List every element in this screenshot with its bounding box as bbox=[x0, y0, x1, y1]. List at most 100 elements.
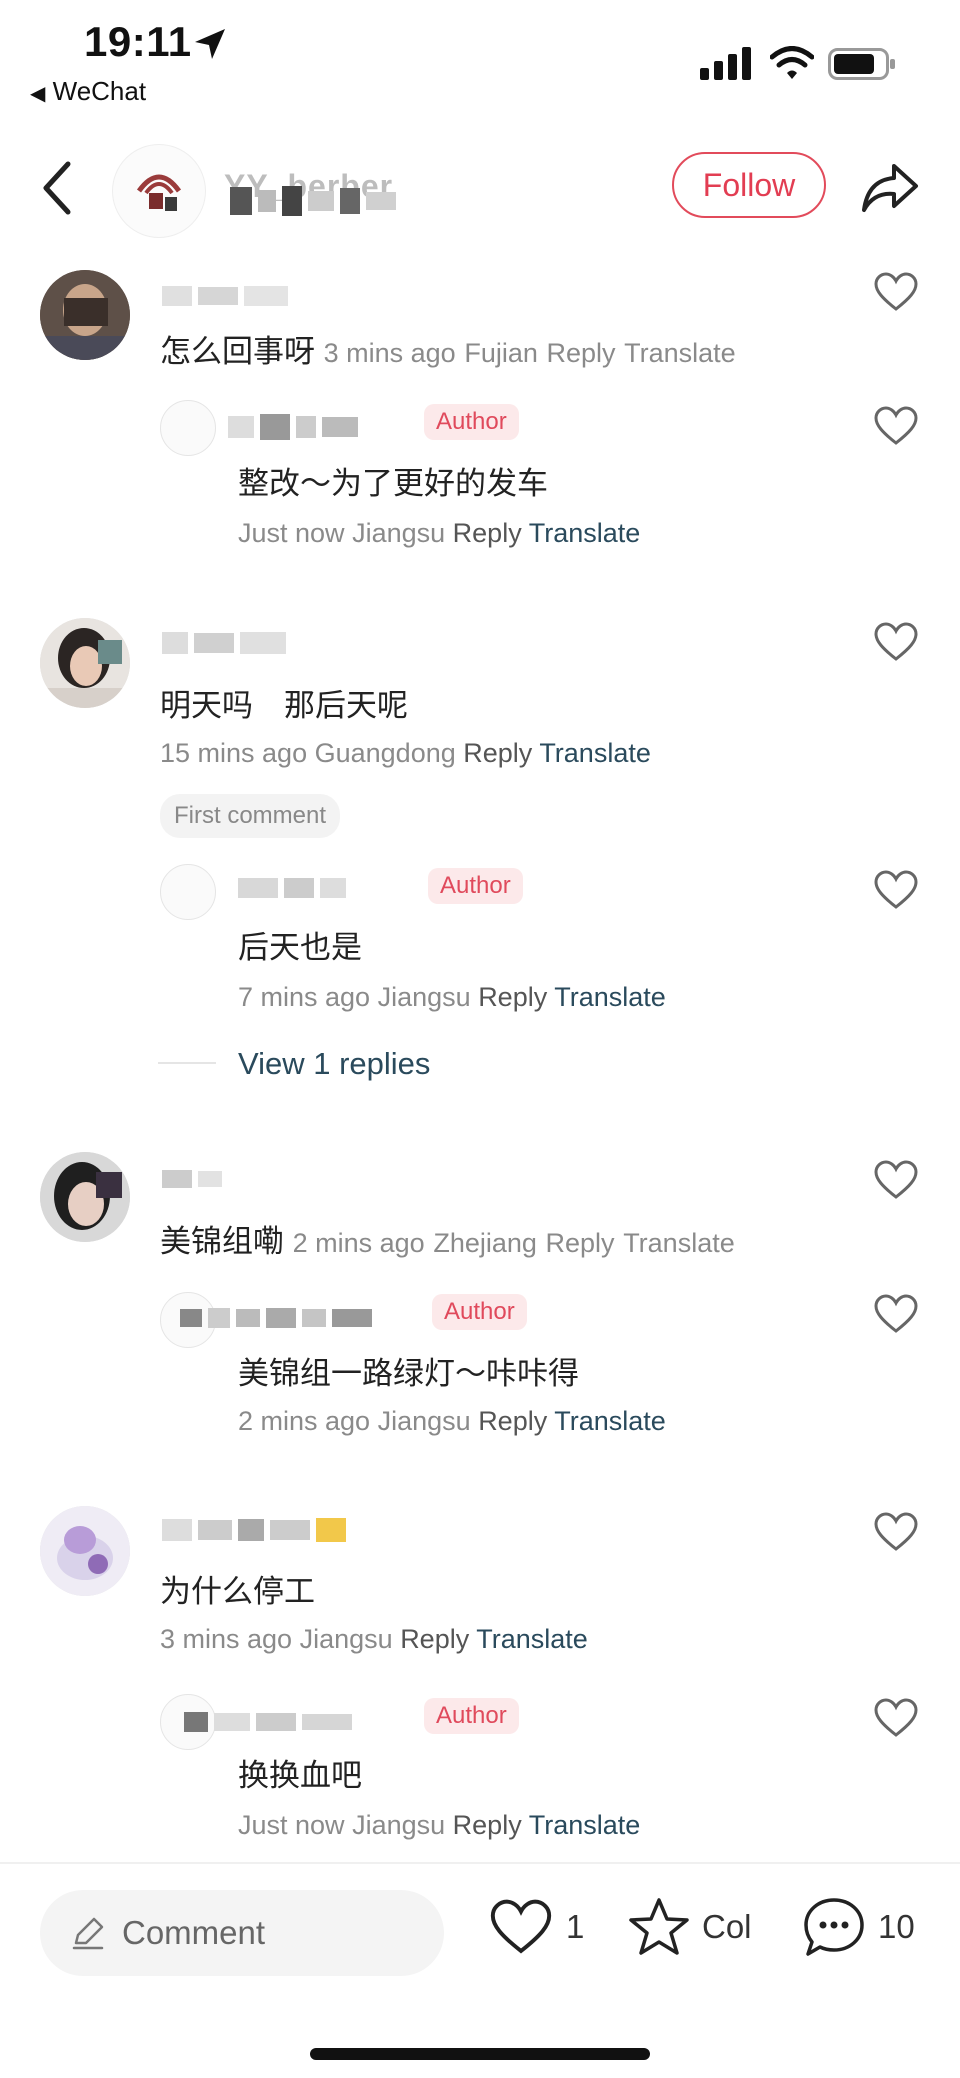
commenter-name-mosaic bbox=[162, 632, 286, 654]
reply-time: Just now bbox=[238, 1810, 345, 1840]
back-app-label: WeChat bbox=[52, 76, 147, 106]
translate-button[interactable]: Translate bbox=[529, 1810, 641, 1840]
reply-button[interactable]: Reply bbox=[453, 518, 522, 548]
comment-meta: 3 mins ago Jiangsu Reply Translate bbox=[160, 1624, 588, 1655]
location-arrow-icon bbox=[195, 29, 225, 59]
like-heart-icon[interactable] bbox=[874, 406, 918, 446]
avatar-photo bbox=[40, 270, 130, 360]
pencil-icon bbox=[72, 1917, 104, 1950]
reply-time: 2 mins ago bbox=[238, 1406, 371, 1436]
commenter-name-mosaic bbox=[162, 286, 288, 306]
comment-location: Zhejiang bbox=[433, 1228, 537, 1258]
commenter-name-mosaic bbox=[162, 1518, 346, 1542]
reply-button[interactable]: Reply bbox=[453, 1810, 522, 1840]
chat-bubble-icon bbox=[804, 1898, 864, 1956]
reply-author-avatar[interactable] bbox=[160, 864, 216, 920]
author-badge: Author bbox=[428, 868, 523, 904]
like-heart-icon[interactable] bbox=[874, 870, 918, 910]
reply-text: 美锦组一路绿灯～咔咔得 bbox=[238, 1356, 579, 1391]
reply-location: Jiangsu bbox=[377, 982, 471, 1012]
view-replies-divider bbox=[158, 1062, 216, 1064]
first-comment-tag: First comment bbox=[160, 794, 341, 838]
comments-button[interactable]: 10 bbox=[802, 1896, 915, 1958]
reply-text: 整改～为了更好的发车 bbox=[238, 466, 548, 501]
battery-icon bbox=[828, 48, 895, 80]
reply-location: Jiangsu bbox=[377, 1406, 471, 1436]
comment-location: Fujian bbox=[464, 338, 538, 368]
translate-button[interactable]: Translate bbox=[539, 738, 651, 768]
star-icon bbox=[629, 1898, 689, 1955]
commenter-avatar[interactable] bbox=[40, 270, 130, 360]
comment-text: 明天吗 那后天呢 bbox=[160, 688, 408, 723]
reply-button[interactable]: Reply bbox=[546, 1228, 615, 1258]
reply-meta: Just now Jiangsu Reply Translate bbox=[238, 1810, 640, 1841]
translate-button[interactable]: Translate bbox=[554, 1406, 666, 1436]
commenter-avatar[interactable] bbox=[40, 1506, 130, 1596]
reply-meta: Just now Jiangsu Reply Translate bbox=[238, 518, 640, 549]
comment-time: 15 mins ago bbox=[160, 738, 308, 768]
share-icon[interactable] bbox=[860, 160, 920, 216]
reply-time: Just now bbox=[238, 518, 345, 548]
comment-time: 3 mins ago bbox=[160, 1624, 293, 1654]
username-mosaic bbox=[230, 186, 396, 216]
reply-text: 后天也是 bbox=[238, 930, 362, 965]
comment-line: 怎么回事呀 3 mins ago Fujian Reply Translate bbox=[160, 326, 736, 371]
like-heart-icon[interactable] bbox=[874, 1698, 918, 1738]
home-indicator[interactable] bbox=[310, 2048, 650, 2060]
translate-button[interactable]: Translate bbox=[529, 518, 641, 548]
comment-location: Jiangsu bbox=[299, 1624, 393, 1654]
comment-input[interactable]: Comment bbox=[40, 1890, 444, 1976]
reply-location: Jiangsu bbox=[352, 518, 446, 548]
avatar-photo bbox=[40, 1506, 130, 1596]
translate-button[interactable]: Translate bbox=[476, 1624, 588, 1654]
reply-meta: 7 mins ago Jiangsu Reply Translate bbox=[238, 982, 666, 1013]
commenter-name-mosaic bbox=[162, 1170, 222, 1188]
comment-line: 美锦组嘞 2 mins ago Zhejiang Reply Translate bbox=[160, 1216, 735, 1261]
reply-author-name-mosaic bbox=[180, 1308, 372, 1328]
comment-meta: 15 mins ago Guangdong Reply Translate bbox=[160, 738, 651, 769]
translate-button[interactable]: Translate bbox=[624, 338, 736, 368]
like-heart-icon bbox=[490, 1899, 552, 1954]
follow-button[interactable]: Follow bbox=[672, 152, 826, 218]
like-heart-icon[interactable] bbox=[874, 622, 918, 662]
bottom-bar-divider bbox=[0, 1862, 960, 1864]
comment-text: 怎么回事呀 bbox=[160, 334, 315, 369]
collect-button[interactable]: Col bbox=[626, 1896, 752, 1958]
back-chevron-icon[interactable] bbox=[40, 160, 76, 216]
commenter-avatar[interactable] bbox=[40, 618, 130, 708]
reply-button[interactable]: Reply bbox=[463, 738, 532, 768]
commenter-avatar[interactable] bbox=[40, 1152, 130, 1242]
comment-time: 3 mins ago bbox=[323, 338, 456, 368]
reply-button[interactable]: Reply bbox=[478, 1406, 547, 1436]
avatar-photo bbox=[40, 1152, 130, 1242]
author-avatar[interactable] bbox=[112, 144, 206, 238]
translate-button[interactable]: Translate bbox=[623, 1228, 735, 1258]
like-button[interactable]: 1 bbox=[490, 1898, 584, 1956]
reply-button[interactable]: Reply bbox=[478, 982, 547, 1012]
reply-text: 换换血吧 bbox=[238, 1758, 362, 1793]
comment-placeholder: Comment bbox=[122, 1914, 266, 1951]
like-heart-icon[interactable] bbox=[874, 1512, 918, 1552]
reply-button[interactable]: Reply bbox=[400, 1624, 469, 1654]
reply-author-name-mosaic bbox=[184, 1712, 352, 1732]
wifi-icon bbox=[770, 46, 814, 79]
translate-button[interactable]: Translate bbox=[554, 982, 666, 1012]
author-badge: Author bbox=[432, 1294, 527, 1330]
reply-button[interactable]: Reply bbox=[547, 338, 616, 368]
reply-author-avatar[interactable] bbox=[160, 400, 216, 456]
view-replies-link[interactable]: View 1 replies bbox=[238, 1046, 430, 1082]
like-heart-icon[interactable] bbox=[874, 272, 918, 312]
reply-time: 7 mins ago bbox=[238, 982, 371, 1012]
comment-text: 美锦组嘞 bbox=[160, 1224, 284, 1259]
author-badge: Author bbox=[424, 404, 519, 440]
back-to-wechat[interactable]: ◀ WeChat bbox=[30, 76, 146, 107]
like-heart-icon[interactable] bbox=[874, 1160, 918, 1200]
reply-author-name-mosaic bbox=[228, 414, 358, 440]
like-heart-icon[interactable] bbox=[874, 1294, 918, 1334]
signal-icon bbox=[700, 47, 751, 80]
reply-location: Jiangsu bbox=[352, 1810, 446, 1840]
reply-meta: 2 mins ago Jiangsu Reply Translate bbox=[238, 1406, 666, 1437]
comment-count: 10 bbox=[878, 1908, 915, 1945]
avatar-photo bbox=[40, 618, 130, 708]
collect-label: Col bbox=[702, 1908, 752, 1945]
